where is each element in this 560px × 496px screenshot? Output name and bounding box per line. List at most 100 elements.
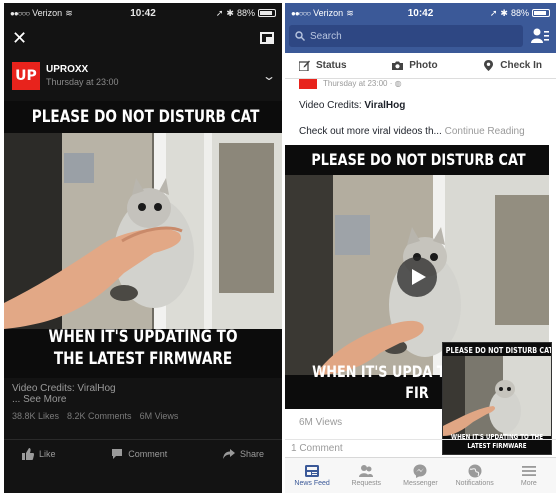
edit-icon — [299, 60, 310, 71]
feed-post: Thursday at 23:00 · ◍ Video Credits: Vir… — [285, 79, 556, 459]
credits-name[interactable]: ViralHog — [364, 100, 405, 111]
post-header: Thursday at 23:00 · ◍ — [285, 79, 556, 93]
left-phone-video-view: ●●○○○ Verizon ≋ 10:42 ➚ ✱ 88% ✕ UP UPROXX Th… — [4, 3, 282, 493]
thumbs-up-icon — [22, 447, 34, 460]
post-header: UP UPROXX Thursday at 23:00 ⌄ — [4, 53, 282, 98]
signal-icon: ●●○○○ — [10, 8, 30, 18]
play-button[interactable] — [397, 257, 437, 297]
status-button[interactable]: Status — [299, 60, 347, 71]
share-button[interactable]: Share — [222, 448, 264, 460]
bluetooth-icon: ✱ — [226, 7, 234, 18]
video-title: PLEASE DO NOT DISTURB CAT — [311, 150, 526, 169]
comment-icon — [112, 448, 123, 459]
friends-list-button[interactable] — [530, 26, 550, 46]
search-placeholder: Search — [310, 30, 342, 42]
views-count: 6M Views — [299, 417, 343, 428]
post-text: Video Credits: ViralHog Check out more v… — [285, 93, 556, 139]
tab-label: Requests — [351, 480, 382, 487]
page-name[interactable]: UPROXX — [46, 64, 119, 75]
right-phone-news-feed: ●●○○○ Verizon ≋ 10:42 ➚ ✱ 88% Search Status … — [285, 3, 556, 493]
bluetooth-icon: ✱ — [500, 7, 508, 18]
uproxx-avatar[interactable] — [299, 79, 317, 89]
photo-label: Photo — [409, 60, 438, 71]
globe-icon: ◍ — [394, 79, 402, 88]
post-time: Thursday at 23:00 · ◍ — [323, 79, 402, 88]
composer-bar: Status Photo Check In — [285, 53, 556, 79]
see-more-link[interactable]: ... See More — [12, 394, 274, 405]
bottom-tab-bar: News Feed Requests Messenger Notificatio… — [285, 457, 556, 493]
video-title: PLEASE DO NOT DISTURB CAT — [31, 107, 260, 127]
video-topbar: ✕ — [4, 23, 282, 53]
share-label: Share — [239, 448, 264, 459]
close-icon[interactable]: ✕ — [12, 29, 27, 47]
wifi-icon: ≋ — [346, 7, 354, 18]
comment-button[interactable]: Comment — [111, 448, 167, 460]
facebook-header: ●●○○○ Verizon ≋ 10:42 ➚ ✱ 88% Search — [285, 3, 556, 53]
views-count: 6M Views — [139, 411, 179, 421]
comments-count[interactable]: 8.2K Comments — [67, 411, 132, 421]
messenger-icon — [413, 464, 427, 478]
chevron-down-icon[interactable]: ⌄ — [262, 69, 276, 83]
requests-icon — [359, 465, 374, 477]
battery-percent: 88% — [510, 8, 529, 18]
carrier-label: Verizon — [313, 8, 344, 18]
friends-list-icon — [531, 28, 549, 43]
continue-reading-link[interactable]: Continue Reading — [445, 126, 525, 137]
signal-icon: ●●○○○ — [291, 8, 311, 18]
battery-percent: 88% — [236, 8, 255, 18]
pip-video-caption: WHEN IT'S UPDATING TO THE LATEST FIRMWAR… — [450, 433, 544, 450]
location-icon: ➚ — [489, 7, 498, 18]
status-label: Status — [316, 60, 347, 71]
tab-requests[interactable]: Requests — [341, 464, 391, 487]
photo-button[interactable]: Photo — [392, 60, 438, 71]
camera-icon — [392, 61, 404, 70]
picture-in-picture-icon[interactable] — [260, 32, 274, 44]
video-credits: Video Credits: ViralHog — [12, 383, 116, 394]
likes-count[interactable]: 38.8K Likes — [12, 411, 59, 421]
more-text-line: Check out more viral videos th... Contin… — [299, 126, 525, 137]
clock: 10:42 — [130, 7, 156, 19]
clock: 10:42 — [407, 7, 434, 19]
pip-video-title: PLEASE DO NOT DISTURB CAT — [445, 346, 552, 355]
carrier-label: Verizon — [32, 8, 63, 18]
search-input[interactable]: Search — [289, 25, 523, 47]
post-actions: Like Comment Share — [4, 439, 282, 461]
tab-messenger[interactable]: Messenger — [395, 464, 445, 487]
status-bar: ●●○○○ Verizon ≋ 10:42 ➚ ✱ 88% — [285, 3, 556, 23]
tab-news-feed[interactable]: News Feed — [287, 464, 337, 487]
wifi-icon: ≋ — [65, 7, 73, 18]
tab-notifications[interactable]: Notifications — [450, 464, 500, 487]
notifications-icon — [468, 464, 482, 478]
search-icon — [295, 31, 305, 41]
share-arrow-icon — [222, 448, 235, 459]
check-in-button[interactable]: Check In — [483, 60, 542, 71]
divider — [285, 439, 556, 440]
post-time: Thursday at 23:00 — [46, 77, 119, 87]
battery-icon — [531, 9, 550, 17]
uproxx-logo[interactable]: UP — [12, 61, 40, 90]
video-caption: WHEN IT'S UPDATING TO THE LATEST FIRMWAR… — [48, 327, 238, 369]
tab-label: More — [520, 480, 537, 487]
tab-more[interactable]: More — [504, 464, 554, 487]
status-bar: ●●○○○ Verizon ≋ 10:42 ➚ ✱ 88% — [4, 3, 282, 23]
tab-label: Messenger — [403, 480, 438, 487]
news-feed-icon — [305, 465, 320, 477]
battery-icon — [257, 9, 276, 17]
location-pin-icon — [484, 60, 494, 71]
tab-label: Notifications — [455, 480, 494, 487]
location-icon: ➚ — [215, 7, 224, 18]
comments-count[interactable]: 1 Comment — [291, 443, 343, 454]
video-frame-cat — [4, 133, 282, 329]
like-label: Like — [39, 448, 56, 459]
like-button[interactable]: Like — [22, 447, 56, 460]
comment-label: Comment — [128, 448, 168, 459]
engagement-stats: 38.8K Likes 8.2K Comments 6M Views — [12, 411, 274, 421]
tab-label: News Feed — [294, 480, 330, 487]
pip-video-frame-cat — [443, 356, 551, 436]
post-meta: Video Credits: ViralHog ... See More 38.… — [12, 383, 274, 421]
screenshot-root: ●●○○○ Verizon ≋ 10:42 ➚ ✱ 88% ✕ UP UPROXX Th… — [0, 0, 560, 496]
credits-line: Video Credits: ViralHog — [299, 100, 406, 111]
video-player[interactable]: PLEASE DO NOT DISTURB CAT WHEN IT'S UPDA… — [4, 101, 282, 378]
more-icon — [521, 466, 536, 476]
check-in-label: Check In — [500, 60, 542, 71]
